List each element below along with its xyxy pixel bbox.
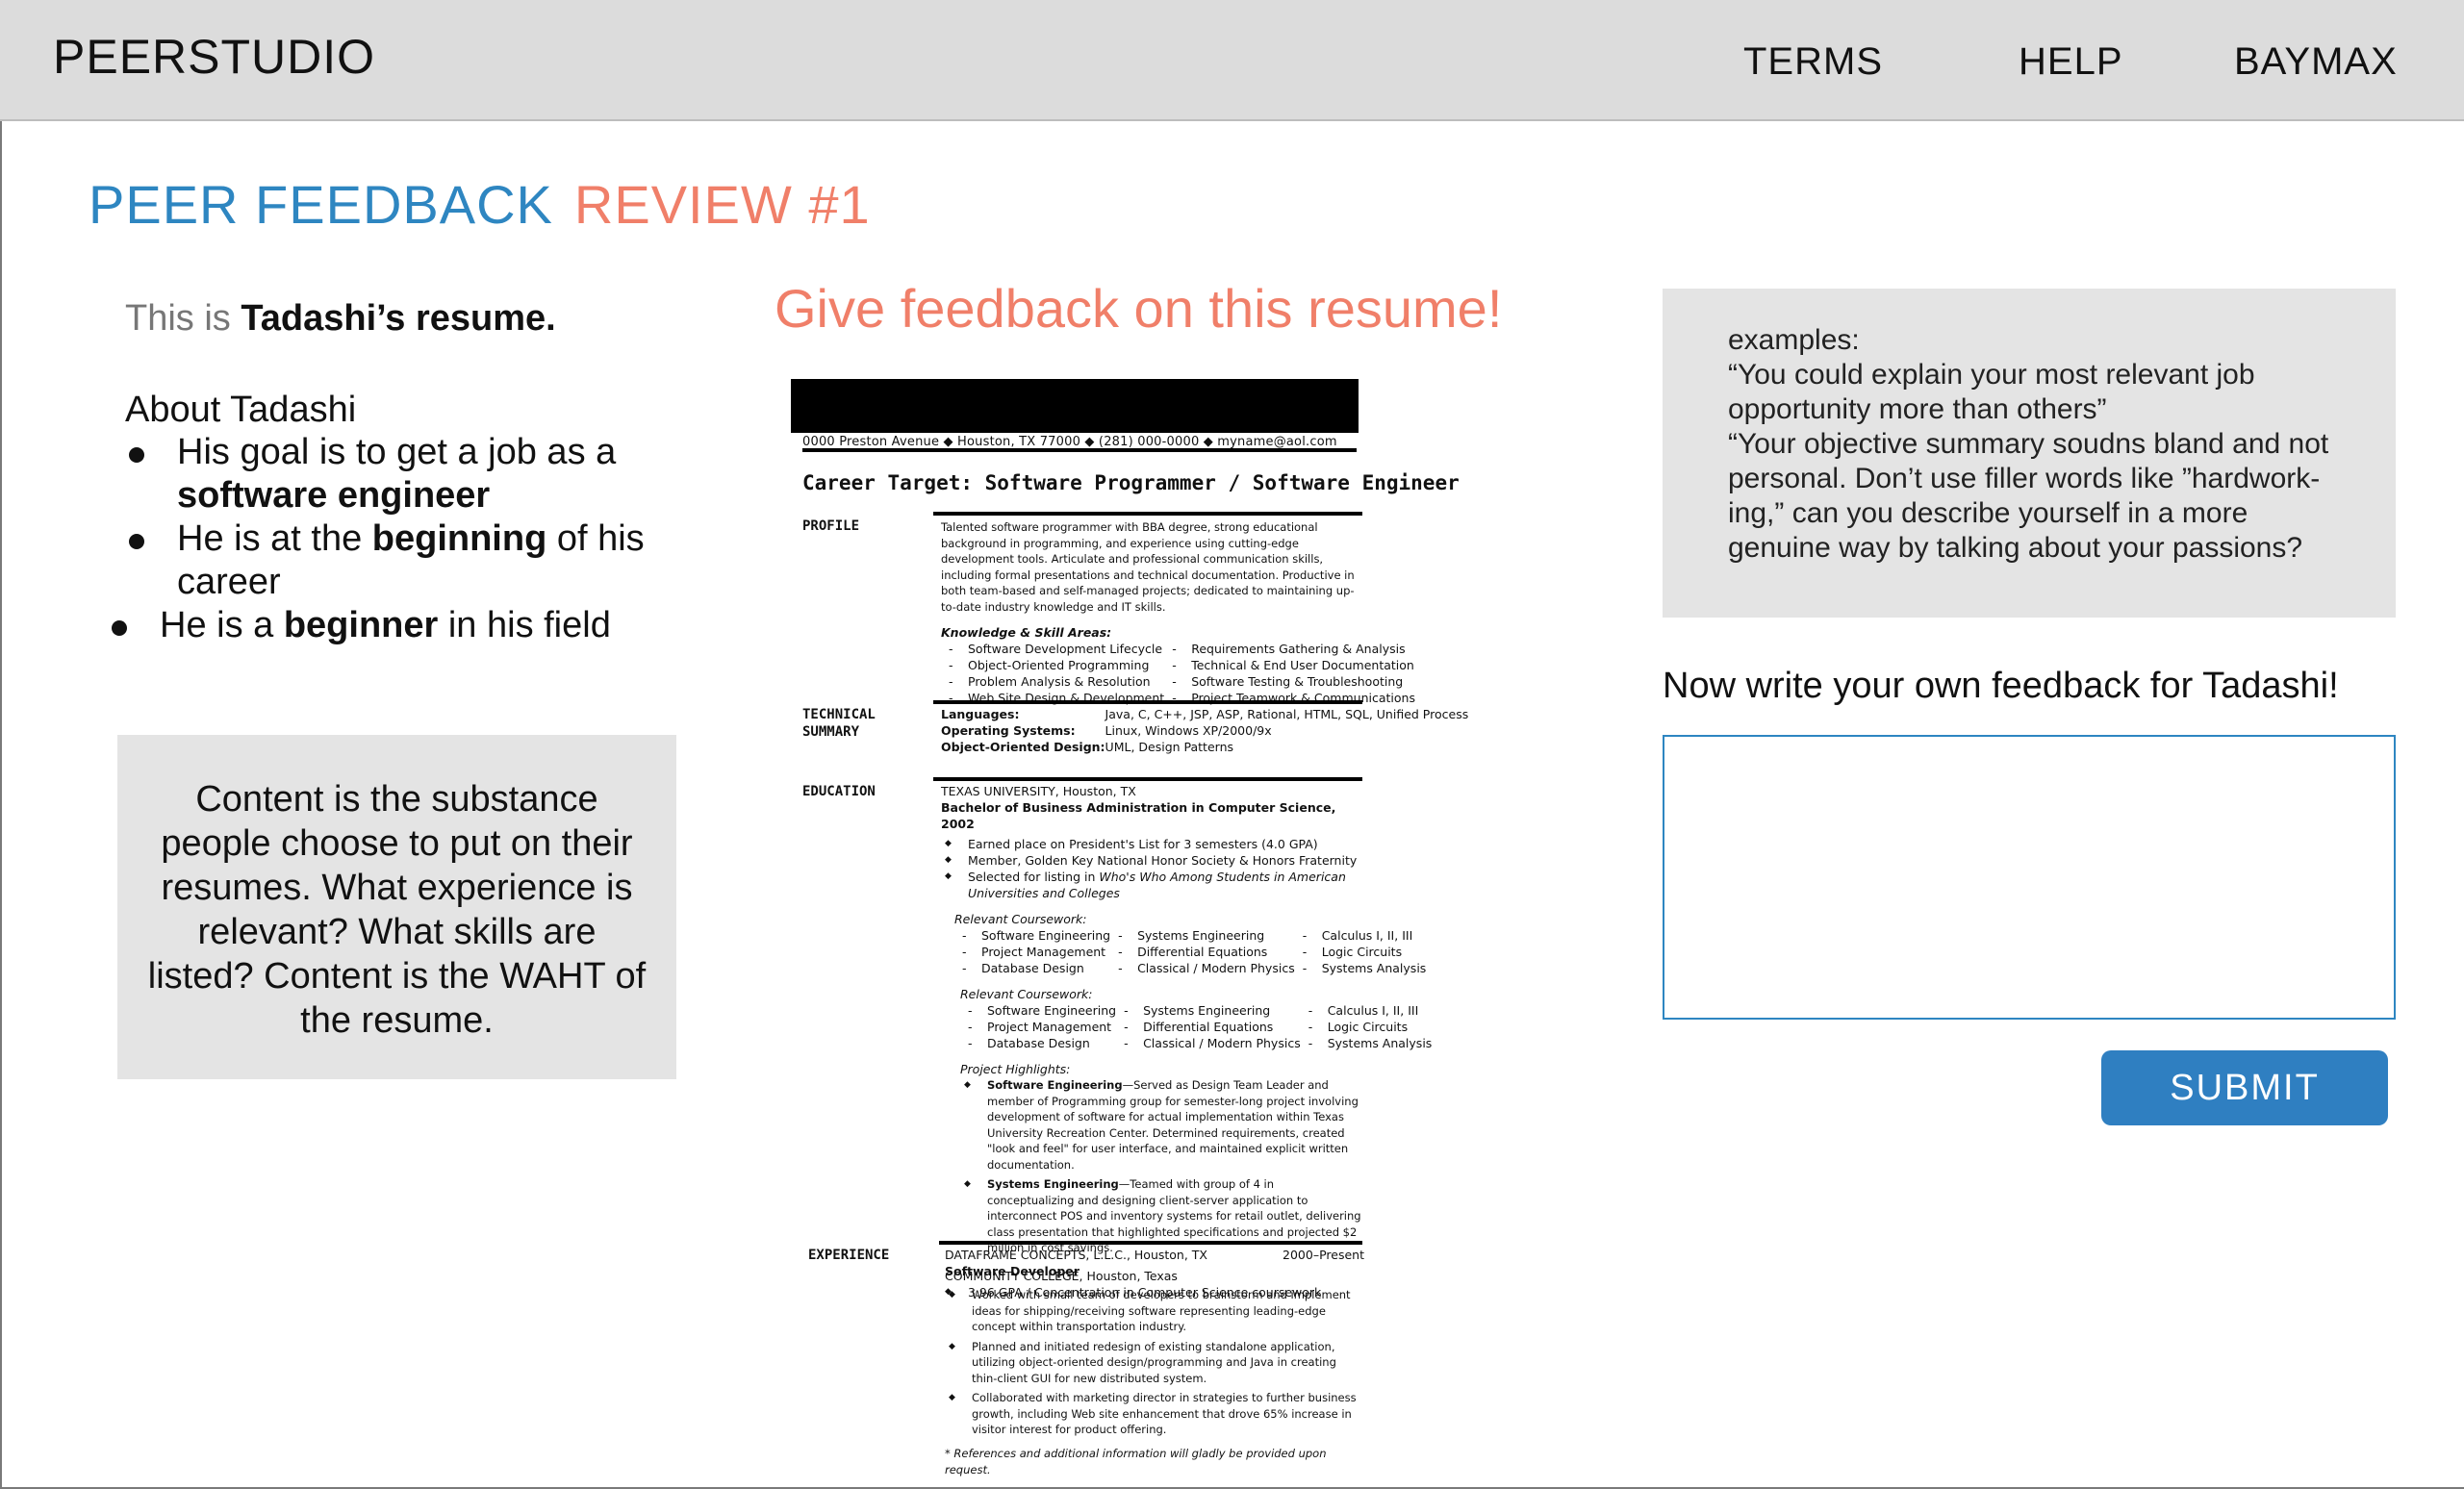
give-feedback-title: Give feedback on this resume! (775, 278, 1503, 339)
resume-owner-intro: This is Tadashi’s resume. (125, 298, 556, 340)
resume-rule (802, 448, 1357, 452)
about-item: He is at the beginning of his career (108, 517, 647, 604)
resume-career-target: Career Target: Software Programmer / Sof… (802, 471, 1460, 494)
nav-baymax[interactable]: BAYMAX (2234, 40, 2398, 84)
about-title: About Tadashi (125, 390, 357, 430)
resume-section-education: EDUCATION (802, 784, 876, 799)
resume-rule (933, 700, 1362, 704)
example-item: “You could explain your most relevant jo… (1728, 359, 2255, 425)
about-list: His goal is to get a job as a software e… (108, 431, 647, 647)
resume-rule (939, 1241, 1362, 1245)
nav-help[interactable]: HELP (2019, 40, 2123, 84)
resume-rule (933, 512, 1362, 516)
resume-education: TEXAS UNIVERSITY, Houston, TX Bachelor o… (941, 783, 1432, 1300)
content-definition-panel: Content is the substance people choose t… (117, 735, 676, 1079)
nav-terms[interactable]: TERMS (1743, 40, 1883, 84)
resume-profile: Talented software programmer with BBA de… (941, 519, 1415, 706)
about-item: His goal is to get a job as a software e… (108, 431, 647, 517)
resume-experience: DATAFRAME CONCEPTS, L.L.C., Houston, TX … (945, 1247, 1364, 1478)
resume-technical: Languages: Operating Systems: Object-Ori… (941, 707, 1469, 754)
page-title-main: PEER FEEDBACK (89, 174, 553, 235)
intro-owner: Tadashi’s resume. (241, 298, 556, 339)
redacted-name-bar (791, 379, 1359, 433)
intro-prefix: This is (125, 298, 241, 339)
resume-section-profile: PROFILE (802, 518, 860, 534)
about-item: He is a beginner in his field (100, 604, 647, 647)
feedback-examples-panel: examples: “You could explain your most r… (1663, 289, 2396, 618)
brand-logo[interactable]: PEERSTUDIO (53, 29, 375, 85)
resume-rule (933, 777, 1362, 781)
example-item: “Your objective summary soudns bland and… (1728, 428, 2329, 564)
resume-section-experience: EXPERIENCE (808, 1248, 890, 1263)
feedback-prompt: Now write your own feedback for Tadashi! (1663, 666, 2339, 706)
top-bar: PEERSTUDIO TERMS HELP BAYMAX (0, 0, 2464, 121)
page-title: PEER FEEDBACK REVIEW #1 (89, 173, 871, 236)
page-title-review: REVIEW #1 (573, 174, 871, 235)
submit-button[interactable]: SUBMIT (2101, 1050, 2388, 1125)
resume-contact: 0000 Preston Avenue ◆ Houston, TX 77000 … (802, 435, 1337, 449)
feedback-input[interactable] (1663, 735, 2396, 1020)
resume-document: 0000 Preston Avenue ◆ Houston, TX 77000 … (789, 375, 1539, 1476)
skills-columns: Software Development Lifecycle Object-Or… (941, 641, 1415, 706)
resume-section-technical: TECHNICAL SUMMARY (802, 707, 876, 740)
examples-label: examples: (1728, 324, 1860, 356)
